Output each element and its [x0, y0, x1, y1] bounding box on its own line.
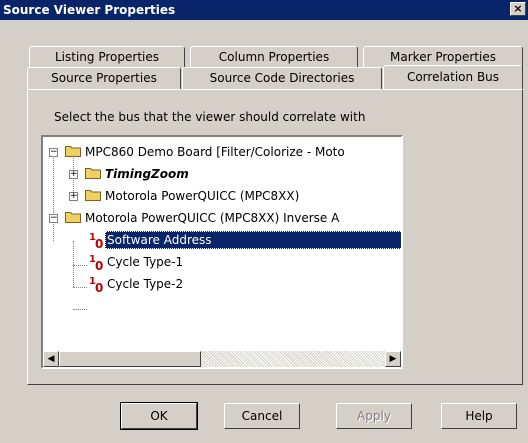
- tab-source-code-directories[interactable]: Source Code Directories: [182, 67, 382, 89]
- signal-icon: 10: [89, 232, 104, 251]
- bus-tree[interactable]: − MPC860 Demo Board [Filter/Colorize - M…: [41, 135, 403, 369]
- apply-button[interactable]: Apply: [336, 403, 412, 429]
- tree-line: [73, 309, 87, 310]
- cancel-button[interactable]: Cancel: [224, 403, 300, 429]
- expand-toggle[interactable]: +: [69, 192, 78, 201]
- scroll-thumb[interactable]: [59, 351, 201, 367]
- folder-icon: [65, 146, 81, 157]
- scroll-right-button[interactable]: ▶: [385, 351, 401, 367]
- tree-node-mpc860-demo-board[interactable]: MPC860 Demo Board [Filter/Colorize - Mot…: [85, 143, 345, 161]
- tree-line: [73, 265, 87, 266]
- tree-node-timingzoom[interactable]: TimingZoom: [105, 165, 189, 183]
- collapse-toggle[interactable]: −: [49, 148, 58, 157]
- tab-correlation-bus[interactable]: Correlation Bus: [383, 65, 523, 89]
- tree-line: [53, 151, 54, 241]
- tab-column-properties[interactable]: Column Properties: [190, 46, 358, 68]
- tab-panel: Select the bus that the viewer should co…: [27, 89, 523, 385]
- tree-node-motorola-powerquicc[interactable]: Motorola PowerQUICC (MPC8XX): [105, 187, 299, 205]
- tab-source-properties[interactable]: Source Properties: [27, 67, 181, 89]
- horizontal-scrollbar[interactable]: ◀ ▶: [43, 351, 401, 367]
- signal-icon: 10: [89, 254, 104, 273]
- ok-button[interactable]: OK: [120, 402, 198, 430]
- tab-listing-properties[interactable]: Listing Properties: [29, 46, 185, 68]
- signal-icon: 10: [89, 276, 104, 295]
- collapse-toggle[interactable]: −: [49, 214, 58, 223]
- folder-icon: [65, 212, 81, 223]
- tree-line: [73, 241, 74, 287]
- scroll-left-button[interactable]: ◀: [43, 351, 59, 367]
- tree-line: [73, 287, 87, 288]
- help-button[interactable]: Help: [441, 403, 517, 429]
- scroll-track[interactable]: [201, 351, 385, 367]
- folder-icon: [85, 168, 101, 179]
- expand-toggle[interactable]: +: [69, 170, 78, 179]
- tree-node-cycle-type-1[interactable]: Cycle Type-1: [107, 253, 183, 271]
- title-bar: Source Viewer Properties ×: [0, 0, 528, 20]
- close-button[interactable]: ×: [510, 2, 526, 16]
- tree-node-software-address[interactable]: Software Address: [105, 231, 401, 249]
- folder-icon: [85, 190, 101, 201]
- instruction-label: Select the bus that the viewer should co…: [54, 110, 366, 124]
- tree-node-cycle-type-2[interactable]: Cycle Type-2: [107, 275, 183, 293]
- tree-node-motorola-powerquicc-inverse[interactable]: Motorola PowerQUICC (MPC8XX) Inverse A: [85, 209, 339, 227]
- window-title: Source Viewer Properties: [3, 3, 176, 17]
